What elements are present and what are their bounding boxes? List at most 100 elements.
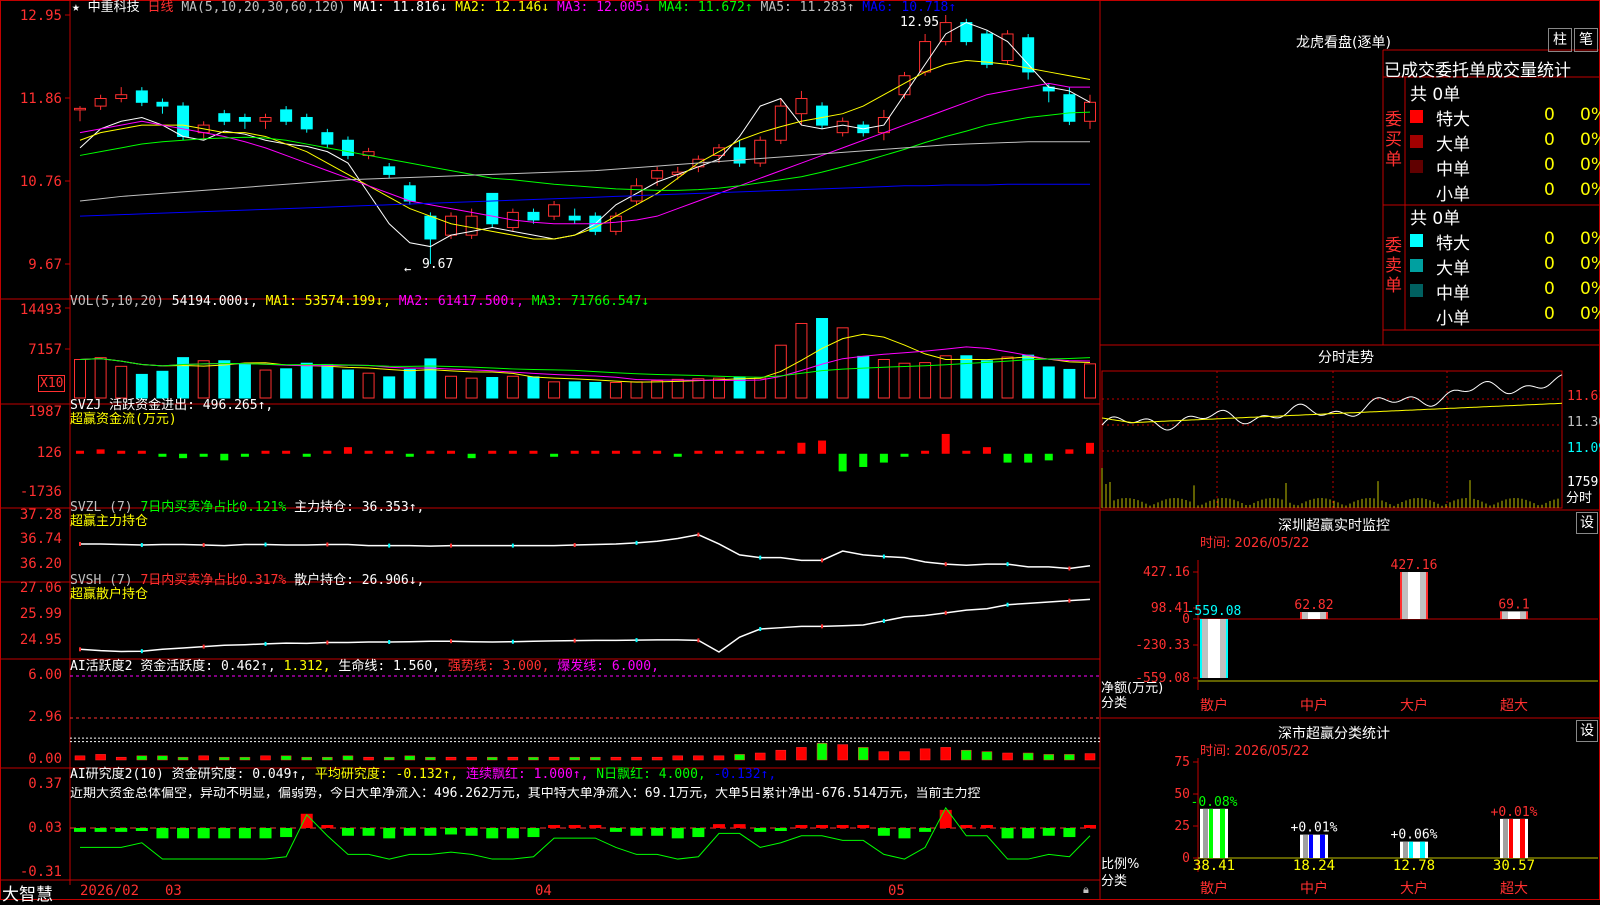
svzj-axis-label: 1987 [28, 404, 62, 420]
volume-bar [362, 372, 375, 399]
ai-activity-bar [919, 748, 931, 761]
ma-line-1 [79, 22, 1091, 248]
candle-body [259, 116, 272, 122]
svzj-bar [261, 450, 270, 454]
ai-research-bar [403, 828, 416, 836]
buy-total: 共 0单 [1410, 85, 1461, 105]
monitor-settings-button[interactable]: 设 [1576, 512, 1598, 534]
svzj-bar [240, 453, 249, 457]
order-count: 0 [1544, 130, 1555, 150]
ai-activity-bar [1002, 752, 1013, 761]
candle-body [321, 132, 334, 145]
candle-body [177, 105, 190, 137]
tick-mode-button[interactable]: 笔 [1574, 28, 1598, 52]
ai-research-bar [259, 828, 272, 839]
order-pct: 0% [1580, 180, 1600, 200]
order-count: 0 [1544, 105, 1555, 125]
period-label[interactable]: 日线 [148, 0, 174, 15]
svzl-line-tick [264, 542, 267, 547]
svzj-bar [1003, 453, 1012, 463]
ai-activity-bar [280, 755, 292, 761]
order-count: 0 [1544, 304, 1555, 324]
monitor-category: 大户 [1400, 697, 1428, 714]
order-count: 0 [1544, 155, 1555, 175]
svzj-bar [426, 450, 435, 454]
order-pct: 0% [1580, 304, 1600, 324]
ai-activity-bar [878, 751, 890, 761]
volume-bar [135, 373, 148, 399]
candle-body [280, 109, 293, 122]
minute-axis-label: 11.63 [1567, 389, 1600, 404]
monitor-axis-label: -230.33 [1135, 638, 1190, 653]
svzj-bar [941, 433, 950, 454]
ai-research-bar [548, 825, 561, 828]
monitor-bar-label: 427.16 [1391, 558, 1438, 573]
candle-body [115, 94, 128, 100]
ai-research-bar [609, 828, 622, 832]
vol-axis-label: 14493 [19, 302, 62, 318]
volume-bar [589, 381, 602, 399]
ai-research-bar [156, 828, 169, 839]
ai-research-bar [527, 828, 540, 838]
ai-activity-bar [734, 754, 745, 761]
volume-bar [424, 358, 437, 399]
volume-bar [939, 355, 952, 399]
candle-body [1022, 37, 1035, 73]
favorite-star-icon[interactable]: ★ [72, 0, 80, 15]
ai-research-bar [980, 825, 993, 828]
volume-bar [115, 365, 128, 399]
ai-activity-bar [157, 755, 168, 761]
ma-value-6: MA6: 10.718↑ [854, 0, 957, 15]
monitor-category: 超大 [1500, 698, 1528, 714]
monitor-xlabel: 分类 [1101, 696, 1128, 711]
ai-activity-bar [260, 755, 271, 761]
svsh-line-tick [264, 641, 267, 646]
ai-activity-bar [713, 755, 725, 761]
candle-body [816, 105, 829, 126]
monitor-title: 深圳超赢实时监控 [1278, 518, 1390, 534]
bar-mode-button[interactable]: 柱 [1548, 28, 1572, 52]
ai-activity-bar [136, 755, 148, 761]
candle-body [1063, 94, 1076, 122]
svzl-line-tick [202, 543, 205, 548]
svzj-bar [673, 453, 682, 457]
svsh-chart [79, 598, 1091, 654]
ai-research-bar [733, 824, 746, 828]
class-value-label: 18.24 [1293, 858, 1335, 874]
ai-activity-bar [95, 754, 106, 761]
ai-research-comment: 近期大资金总体偏空，异动不明显，偏弱势，今日大单净流入：496.262万元，其中… [70, 787, 981, 801]
candle-body [1084, 101, 1096, 122]
ai-activity-bar [322, 756, 333, 761]
class-chart: 75 50 25 0 -0.08% 38.41 散户 +0.01% 18.24 中户 +0.06% 1… [1174, 755, 1598, 897]
minute-axis-label: 11.36 [1567, 415, 1600, 430]
svsh-line-tick [697, 638, 700, 643]
vol-header: VOL(5,10,20) 54194.000↓, MA1: 53574.199↓… [70, 294, 650, 309]
class-settings-button[interactable]: 设 [1576, 720, 1598, 742]
order-count: 0 [1544, 229, 1555, 249]
ai-research-bar [197, 828, 210, 839]
lock-icon[interactable]: 🔒︎ [1083, 883, 1089, 897]
ai-research-axis-label: 0.03 [28, 820, 62, 836]
minute-frame [1101, 370, 1563, 509]
ai-research-bar [692, 828, 705, 838]
ai-activity-chart [70, 675, 1100, 761]
svsh-line-tick [1006, 602, 1009, 607]
volume-bar [74, 358, 86, 399]
svzj-bar [447, 450, 456, 454]
minute-chart [1101, 370, 1563, 509]
monitor-chart: 427.1698.410-230.33-559.08-559.08散户62.82… [1135, 558, 1598, 714]
svsh-axis-label: 27.06 [19, 580, 62, 596]
vol-axis-label: 7157 [28, 342, 62, 358]
volume-bar [754, 377, 767, 399]
order-type-label: 中单 [1436, 284, 1470, 304]
svzj-bar [96, 449, 105, 454]
price-chart [74, 15, 1096, 264]
volume-bar [651, 380, 664, 399]
order-row: 中单 0 0% [1410, 155, 1600, 180]
ai-research-bar [857, 825, 870, 828]
svzl-chart [79, 532, 1091, 571]
monitor-bar-label: 62.82 [1294, 598, 1333, 613]
class-time: 时间: 2026/05/22 [1200, 744, 1310, 759]
svzj-bar [776, 450, 785, 454]
volume-bar [403, 368, 416, 399]
